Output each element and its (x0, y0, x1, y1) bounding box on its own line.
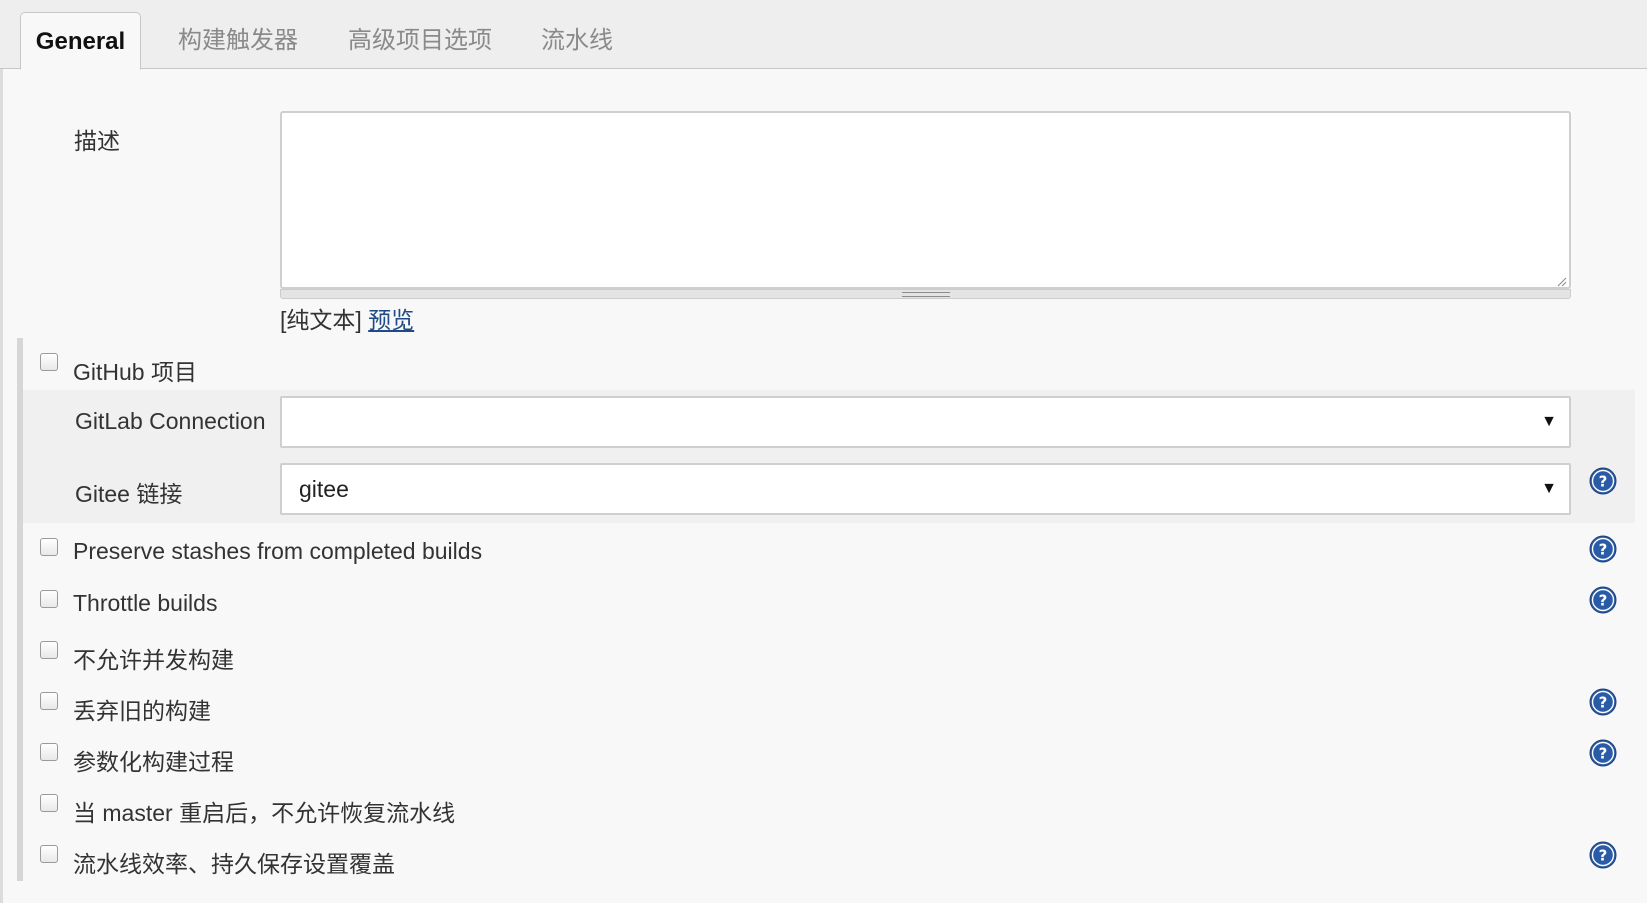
gitlab-connection-select[interactable]: ▼ (280, 396, 1571, 448)
parameterized-build-checkbox[interactable] (40, 743, 58, 761)
discard-old-builds-label[interactable]: 丢弃旧的构建 (73, 692, 211, 726)
github-project-checkbox[interactable] (40, 353, 58, 371)
disable-resume-label[interactable]: 当 master 重启后，不允许恢复流水线 (73, 794, 455, 828)
help-question-icon[interactable]: ? (1589, 688, 1617, 716)
caret-down-icon: ▼ (1541, 480, 1557, 497)
throttle-builds-checkbox[interactable] (40, 590, 58, 608)
help-question-icon[interactable]: ? (1589, 535, 1617, 563)
durability-override-checkbox[interactable] (40, 845, 58, 863)
svg-text:?: ? (1599, 592, 1608, 610)
tab-general[interactable]: General (20, 12, 141, 70)
svg-text:?: ? (1599, 847, 1608, 865)
config-tab-bar: General 构建触发器 高级项目选项 流水线 (0, 0, 1647, 70)
svg-text:?: ? (1599, 745, 1608, 763)
throttle-builds-label[interactable]: Throttle builds (73, 590, 217, 617)
description-label: 描述 (74, 128, 120, 154)
disable-concurrent-builds-checkbox[interactable] (40, 641, 58, 659)
tab-pipeline[interactable]: 流水线 (532, 12, 622, 69)
gitee-link-value: gitee (299, 476, 349, 502)
discard-old-builds-checkbox[interactable] (40, 692, 58, 710)
github-project-label[interactable]: GitHub 项目 (73, 353, 197, 387)
gitlab-connection-label: GitLab Connection (75, 408, 266, 434)
plain-text-format: [纯文本] (280, 307, 362, 333)
help-question-icon[interactable]: ? (1589, 739, 1617, 767)
gitee-link-label: Gitee 链接 (75, 481, 183, 507)
parameterized-build-label[interactable]: 参数化构建过程 (73, 743, 234, 777)
tab-build-triggers[interactable]: 构建触发器 (168, 12, 308, 69)
preserve-stashes-label[interactable]: Preserve stashes from completed builds (73, 538, 482, 565)
resize-handle-icon[interactable] (1556, 276, 1567, 287)
svg-text:?: ? (1599, 694, 1608, 712)
durability-override-label[interactable]: 流水线效率、持久保存设置覆盖 (73, 845, 395, 879)
help-question-icon[interactable]: ? (1589, 586, 1617, 614)
grip-icon[interactable] (902, 292, 950, 297)
preserve-stashes-checkbox[interactable] (40, 538, 58, 556)
help-question-icon[interactable]: ? (1589, 841, 1617, 869)
disable-concurrent-builds-label[interactable]: 不允许并发构建 (73, 641, 234, 675)
gitee-link-select[interactable]: gitee ▼ (280, 463, 1571, 515)
job-config-page: General 构建触发器 高级项目选项 流水线 描述 [纯文本] 预览 Git… (0, 0, 1647, 903)
disable-resume-checkbox[interactable] (40, 794, 58, 812)
left-border (0, 69, 3, 903)
description-textarea[interactable] (280, 111, 1571, 289)
help-question-icon[interactable]: ? (1589, 467, 1617, 495)
description-format-line: [纯文本] 预览 (280, 301, 414, 335)
tab-advanced-project-options[interactable]: 高级项目选项 (340, 12, 500, 69)
svg-text:?: ? (1599, 541, 1608, 559)
caret-down-icon: ▼ (1541, 413, 1557, 430)
preview-link[interactable]: 预览 (368, 307, 414, 333)
svg-text:?: ? (1599, 473, 1608, 491)
